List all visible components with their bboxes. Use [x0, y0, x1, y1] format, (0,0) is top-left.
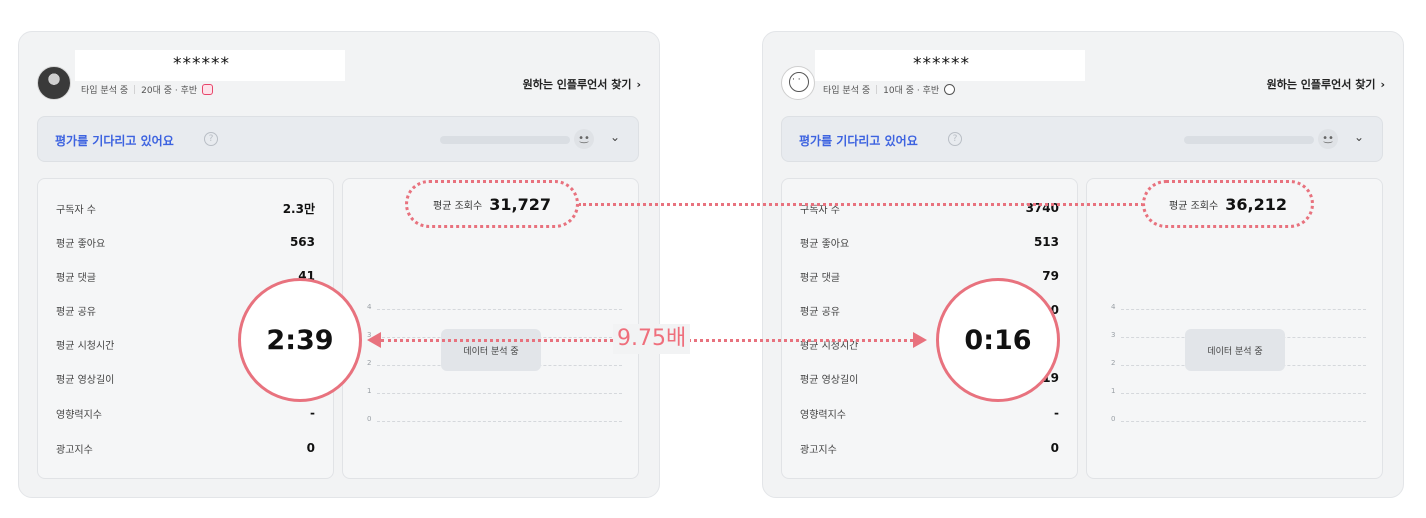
stat-row: 광고지수 0: [800, 438, 1059, 458]
avg-views-highlight-left: 평균 조회수 31,727: [405, 180, 579, 228]
avatar[interactable]: [781, 66, 815, 100]
avg-views-highlight-right: 평균 조회수 36,212: [1142, 180, 1314, 228]
stat-row: 평균 좋아요 563: [56, 232, 315, 252]
stat-label: 평균 영상길이: [800, 374, 859, 386]
stat-value: -: [310, 406, 315, 420]
chart-tick-label: 1: [367, 387, 372, 395]
stat-row: 구독자 수 3740: [800, 198, 1059, 218]
grid-line: [1121, 421, 1366, 422]
stat-label: 영향력지수: [800, 409, 846, 421]
chart-tick-label: 2: [1111, 359, 1116, 367]
grid-line: [377, 393, 622, 394]
stat-label: 광고지수: [800, 444, 837, 456]
chart-tick-label: 2: [367, 359, 372, 367]
avg-views-label: 평균 조회수: [1169, 200, 1219, 212]
help-icon[interactable]: ?: [204, 132, 218, 146]
find-influencer-link[interactable]: 원하는 인플루언서 찾기 ›: [523, 76, 641, 92]
stat-row: 구독자 수 2.3만: [56, 198, 315, 218]
arrow-left-icon: [367, 332, 381, 348]
grid-line: [377, 309, 622, 310]
profile-meta: 타입 분석 중 | 10대 중 · 후반: [823, 83, 956, 96]
avatar[interactable]: [37, 66, 71, 100]
evaluation-pending-label: 평가를 기다리고 있어요: [55, 134, 174, 148]
stat-label: 평균 시청시간: [56, 340, 115, 352]
stat-label: 구독자 수: [56, 204, 96, 216]
evaluation-pending-label: 평가를 기다리고 있어요: [799, 134, 918, 148]
type-face-icon: [202, 84, 214, 95]
stat-value: 2.3만: [282, 201, 315, 216]
influencer-name: ******: [173, 54, 230, 74]
stat-label: 평균 공유: [56, 306, 96, 318]
meta-divider: |: [875, 84, 879, 95]
age-group: 10대 중 · 후반: [883, 86, 940, 96]
profile-meta: 타입 분석 중 | 20대 중 · 후반: [81, 83, 214, 96]
stat-value: 0: [1050, 441, 1059, 455]
watch-time-highlight-right: 0:16: [936, 278, 1060, 402]
stat-label: 평균 좋아요: [56, 238, 106, 250]
stat-row: 영향력지수 -: [800, 403, 1059, 423]
analysis-status: 타입 분석 중: [81, 86, 129, 96]
chart-tick-label: 4: [1111, 303, 1116, 311]
rating-track: [440, 136, 570, 144]
face-icon: •͜•: [574, 129, 594, 149]
watch-time-highlight-left: 2:39: [238, 278, 362, 402]
avg-views-value: 36,212: [1225, 194, 1287, 214]
data-analyzing-badge: 데이터 분석 중: [441, 329, 541, 371]
stat-label: 평균 댓글: [800, 272, 840, 284]
watch-time-ratio: 9.75배: [613, 324, 691, 354]
stat-value: 79: [1042, 269, 1059, 283]
stat-label: 평균 댓글: [56, 272, 96, 284]
chevron-right-icon: ›: [1380, 77, 1385, 91]
stat-label: 평균 영상길이: [56, 374, 115, 386]
stat-value: 0: [306, 441, 315, 455]
type-face-icon: [944, 84, 956, 95]
data-analyzing-badge: 데이터 분석 중: [1185, 329, 1285, 371]
find-influencer-label: 원하는 인플루언서 찾기: [522, 78, 632, 91]
avg-views-value: 31,727: [489, 194, 551, 214]
stat-row: 영향력지수 -: [56, 403, 315, 423]
grid-line: [377, 421, 622, 422]
arrow-right-icon: [913, 332, 927, 348]
influencer-name: ******: [913, 54, 970, 74]
stat-value: 563: [289, 235, 315, 249]
stat-label: 평균 좋아요: [800, 238, 850, 250]
meta-divider: |: [133, 84, 137, 95]
help-icon[interactable]: ?: [948, 132, 962, 146]
stat-label: 영향력지수: [56, 409, 102, 421]
stat-row: 평균 좋아요 513: [800, 232, 1059, 252]
find-influencer-label: 원하는 인플루언서 찾기: [1266, 78, 1376, 91]
influencer-card-right: ****** 타입 분석 중 | 10대 중 · 후반 원하는 인플루언서 찾기…: [762, 31, 1404, 498]
stat-value: 513: [1033, 235, 1059, 249]
face-icon: •͜•: [1318, 129, 1338, 149]
evaluation-pending-bar[interactable]: 평가를 기다리고 있어요 ? •͜• ⌄: [781, 116, 1383, 162]
views-connector-line: [578, 203, 1144, 206]
chart-tick-label: 0: [1111, 415, 1116, 423]
stat-row: 광고지수 0: [56, 438, 315, 458]
chart-tick-label: 0: [367, 415, 372, 423]
stat-label: 광고지수: [56, 444, 93, 456]
find-influencer-link[interactable]: 원하는 인플루언서 찾기 ›: [1267, 76, 1385, 92]
stat-value: -: [1054, 406, 1059, 420]
chart-tick-label: 1: [1111, 387, 1116, 395]
chevron-down-icon[interactable]: ⌄: [1354, 130, 1364, 144]
age-group: 20대 중 · 후반: [141, 86, 198, 96]
stat-label: 평균 공유: [800, 306, 840, 318]
chevron-down-icon[interactable]: ⌄: [610, 130, 620, 144]
grid-line: [1121, 393, 1366, 394]
rating-track: [1184, 136, 1314, 144]
influencer-card-left: ****** 타입 분석 중 | 20대 중 · 후반 원하는 인플루언서 찾기…: [18, 31, 660, 498]
chevron-right-icon: ›: [636, 77, 641, 91]
chart-tick-label: 4: [367, 303, 372, 311]
avg-views-label: 평균 조회수: [433, 200, 483, 212]
evaluation-pending-bar[interactable]: 평가를 기다리고 있어요 ? •͜• ⌄: [37, 116, 639, 162]
grid-line: [1121, 309, 1366, 310]
chart-tick-label: 3: [1111, 331, 1116, 339]
analysis-status: 타입 분석 중: [823, 86, 871, 96]
